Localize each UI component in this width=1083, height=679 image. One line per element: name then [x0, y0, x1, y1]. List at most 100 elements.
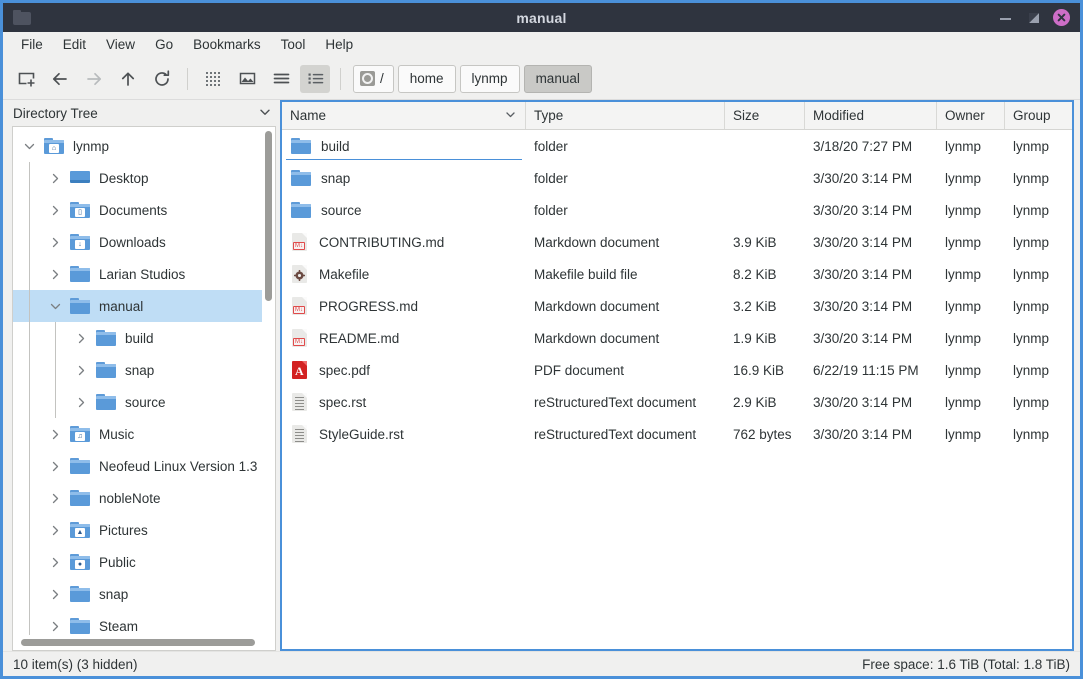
tree-item-lynmp[interactable]: ⌂lynmp	[13, 130, 262, 162]
reload-button[interactable]	[147, 65, 177, 93]
column-header-owner[interactable]: Owner	[937, 102, 1005, 129]
file-cell-type: PDF document	[526, 354, 725, 386]
music-glyph: ♫	[75, 432, 85, 441]
new-tab-button[interactable]	[11, 65, 41, 93]
tree-item-downloads[interactable]: ↓Downloads	[13, 226, 262, 258]
menu-edit[interactable]: Edit	[53, 34, 96, 55]
column-header-group[interactable]: Group	[1005, 102, 1072, 129]
menu-tool[interactable]: Tool	[271, 34, 316, 55]
file-row[interactable]: M↓CONTRIBUTING.mdMarkdown document3.9 Ki…	[282, 226, 1072, 258]
compact-view-button[interactable]	[266, 65, 296, 93]
tree-hscroll-thumb[interactable]	[21, 639, 255, 646]
file-cell-owner: lynmp	[937, 418, 1005, 450]
file-row[interactable]: snapfolder3/30/20 3:14 PMlynmplynmp	[282, 162, 1072, 194]
tree-item-noblenote[interactable]: nobleNote	[13, 482, 262, 514]
tree-vertical-scrollbar[interactable]	[262, 127, 275, 635]
tree-scroll-thumb[interactable]	[265, 131, 272, 301]
chevron-right-icon[interactable]	[47, 258, 63, 290]
column-header-size[interactable]: Size	[725, 102, 805, 129]
directory-tree-header[interactable]: Directory Tree	[3, 100, 280, 126]
chevron-right-icon[interactable]	[47, 162, 63, 194]
thumbnail-view-button[interactable]	[232, 65, 262, 93]
chevron-right-icon[interactable]	[73, 386, 89, 418]
file-list-body[interactable]: buildfolder3/18/20 7:27 PMlynmplynmpsnap…	[282, 130, 1072, 649]
file-row[interactable]: MakefileMakefile build file8.2 KiB3/30/2…	[282, 258, 1072, 290]
chevron-right-icon[interactable]	[47, 610, 63, 635]
chevron-down-icon[interactable]	[21, 130, 37, 162]
tree-item-pictures[interactable]: ▲Pictures	[13, 514, 262, 546]
file-cell-name: Aspec.pdf	[282, 354, 526, 386]
chevron-right-icon[interactable]	[47, 226, 63, 258]
tree-item-label: Downloads	[99, 235, 166, 250]
chevron-right-icon[interactable]	[47, 194, 63, 226]
file-row[interactable]: StyleGuide.rstreStructuredText document7…	[282, 418, 1072, 450]
breadcrumb-lynmp[interactable]: lynmp	[460, 65, 520, 93]
chevron-right-icon[interactable]	[47, 482, 63, 514]
close-icon	[1056, 12, 1067, 23]
chevron-down-icon[interactable]	[258, 105, 272, 122]
menu-help[interactable]: Help	[315, 34, 363, 55]
tree-horizontal-scrollbar[interactable]	[13, 635, 275, 650]
file-list-header: NameTypeSizeModifiedOwnerGroup	[282, 102, 1072, 130]
file-row[interactable]: buildfolder3/18/20 7:27 PMlynmplynmp	[282, 130, 1072, 162]
tree-item-snap[interactable]: snap	[13, 354, 262, 386]
window-folder-icon	[13, 10, 31, 25]
person-glyph: ●	[75, 560, 85, 569]
maximize-button[interactable]	[1025, 9, 1043, 27]
detailed-list-view-button[interactable]	[300, 65, 330, 93]
file-row[interactable]: M↓README.mdMarkdown document1.9 KiB3/30/…	[282, 322, 1072, 354]
chevron-down-icon[interactable]	[47, 290, 63, 322]
column-header-name[interactable]: Name	[282, 102, 526, 129]
file-row[interactable]: spec.rstreStructuredText document2.9 KiB…	[282, 386, 1072, 418]
tree-item-build[interactable]: build	[13, 322, 262, 354]
menu-go[interactable]: Go	[145, 34, 183, 55]
folder-icon	[69, 487, 91, 509]
menu-view[interactable]: View	[96, 34, 145, 55]
chevron-right-icon[interactable]	[47, 546, 63, 578]
forward-button[interactable]	[79, 65, 109, 93]
file-cell-modified: 3/30/20 3:14 PM	[805, 258, 937, 290]
file-name-label: CONTRIBUTING.md	[319, 235, 444, 250]
tree-item-neofeud-linux-version-1-3[interactable]: Neofeud Linux Version 1.3	[13, 450, 262, 482]
icon-view-button[interactable]	[198, 65, 228, 93]
chevron-right-icon[interactable]	[47, 418, 63, 450]
tree-item-steam[interactable]: Steam	[13, 610, 262, 635]
directory-tree[interactable]: ⌂lynmpDesktop▯Documents↓DownloadsLarian …	[13, 127, 262, 635]
chevron-right-icon[interactable]	[47, 578, 63, 610]
tree-item-music[interactable]: ♫Music	[13, 418, 262, 450]
chevron-right-icon[interactable]	[73, 322, 89, 354]
column-header-modified[interactable]: Modified	[805, 102, 937, 129]
file-cell-name: snap	[282, 162, 526, 194]
breadcrumb-root[interactable]: /	[353, 65, 394, 93]
folder-icon	[290, 199, 312, 221]
file-cell-type: reStructuredText document	[526, 418, 725, 450]
tree-item-larian-studios[interactable]: Larian Studios	[13, 258, 262, 290]
breadcrumb-home[interactable]: home	[398, 65, 456, 93]
toolbar-separator	[187, 68, 188, 90]
menu-bookmarks[interactable]: Bookmarks	[183, 34, 271, 55]
tree-item-snap[interactable]: snap	[13, 578, 262, 610]
chevron-right-icon[interactable]	[73, 354, 89, 386]
file-row[interactable]: Aspec.pdfPDF document16.9 KiB6/22/19 11:…	[282, 354, 1072, 386]
column-header-type[interactable]: Type	[526, 102, 725, 129]
tree-item-documents[interactable]: ▯Documents	[13, 194, 262, 226]
file-row[interactable]: sourcefolder3/30/20 3:14 PMlynmplynmp	[282, 194, 1072, 226]
minimize-button[interactable]	[997, 9, 1015, 27]
new-tab-icon	[17, 69, 36, 88]
file-row[interactable]: M↓PROGRESS.mdMarkdown document3.2 KiB3/3…	[282, 290, 1072, 322]
close-button[interactable]	[1053, 9, 1070, 26]
chevron-right-icon[interactable]	[47, 514, 63, 546]
tree-item-source[interactable]: source	[13, 386, 262, 418]
tree-item-desktop[interactable]: Desktop	[13, 162, 262, 194]
tree-item-label: snap	[125, 363, 154, 378]
tree-item-manual[interactable]: manual	[13, 290, 262, 322]
back-button[interactable]	[45, 65, 75, 93]
tree-item-public[interactable]: ●Public	[13, 546, 262, 578]
up-button[interactable]	[113, 65, 143, 93]
menu-file[interactable]: File	[11, 34, 53, 55]
breadcrumb-manual[interactable]: manual	[524, 65, 592, 93]
detailed-list-view-icon	[306, 69, 325, 88]
chevron-right-icon[interactable]	[47, 450, 63, 482]
folder-icon	[95, 327, 117, 349]
folder-icon	[69, 583, 91, 605]
